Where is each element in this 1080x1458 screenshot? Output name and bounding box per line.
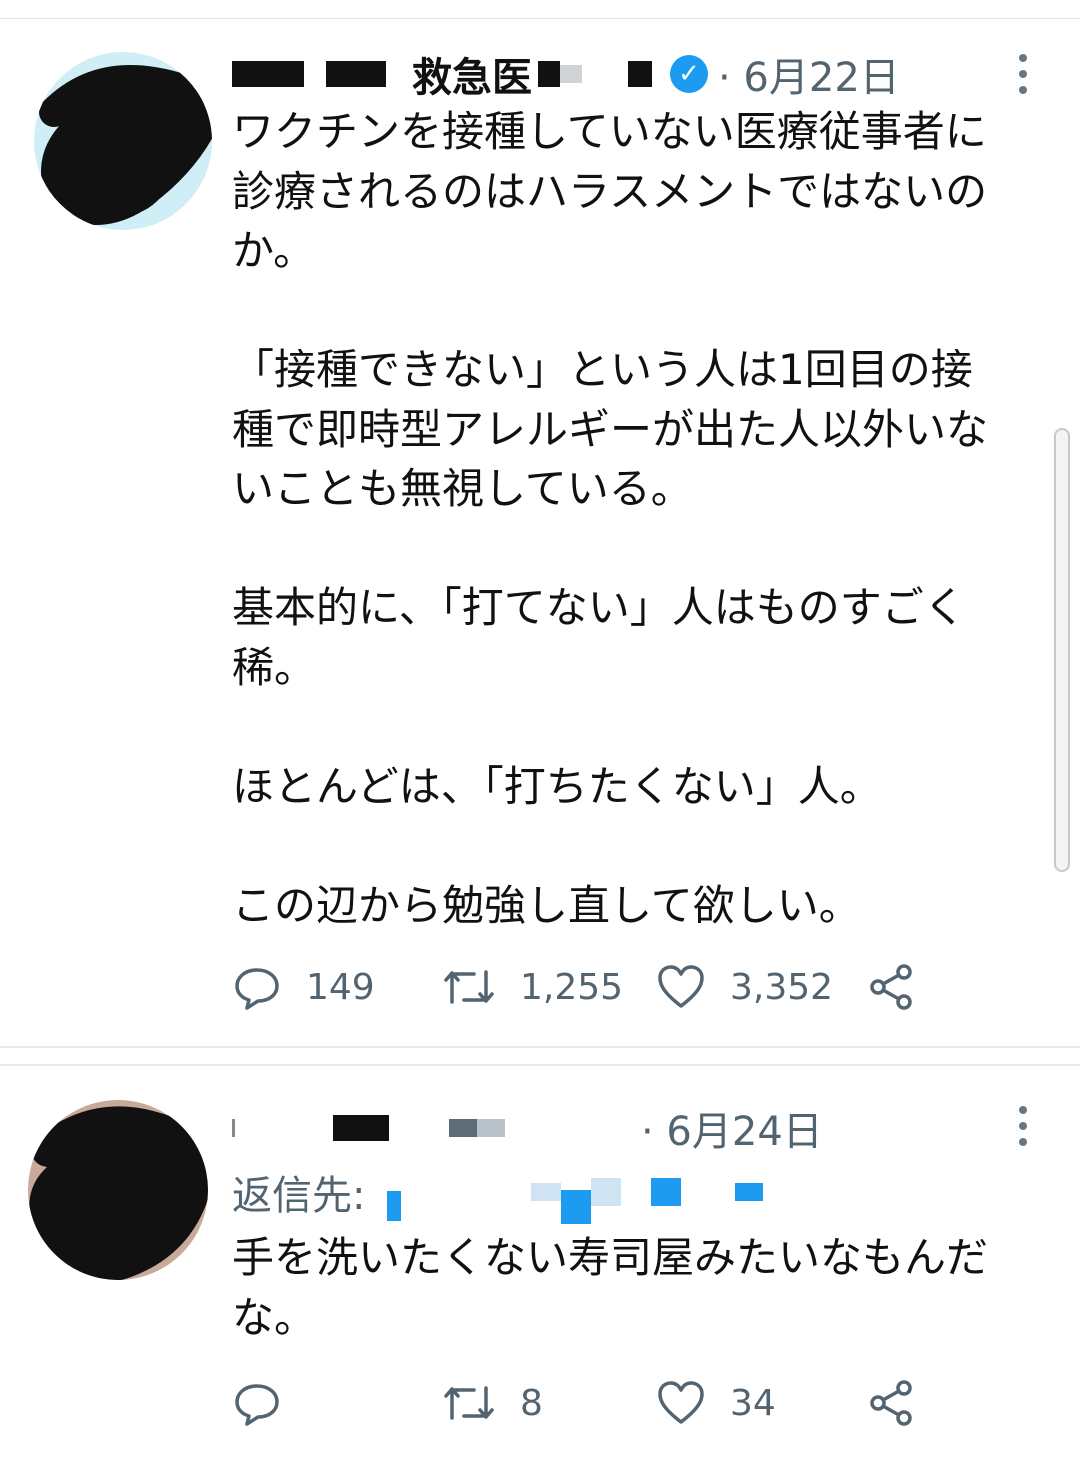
retweet-icon (444, 1386, 494, 1420)
reply-to-handle[interactable] (531, 1183, 562, 1201)
redacted-name-block (538, 61, 560, 87)
reply-to-line: 返信先: (232, 1160, 764, 1224)
reply-to-label: 返信先: (232, 1173, 366, 1219)
tweet-text: ワクチンを接種していない医療従事者に 診療されるのはハラスメントではないの か。… (232, 107, 989, 930)
like-button[interactable]: 3,352 (656, 962, 833, 1012)
share-icon (870, 964, 912, 1010)
redacted-name-block (560, 65, 582, 83)
redacted-name-block (232, 1119, 249, 1137)
reply-icon (235, 968, 279, 1010)
avatar[interactable] (28, 1100, 208, 1280)
reply-to-handle[interactable] (387, 1191, 402, 1221)
tweet-text: 手を洗いたくない寿司屋みたいなもんだ な。 (232, 1233, 989, 1342)
redacted-name-block (333, 1115, 389, 1141)
like-count: 3,352 (730, 966, 834, 1008)
share-button[interactable] (866, 962, 916, 1012)
avatar-scribble (39, 65, 212, 225)
redacted-name-block (232, 61, 304, 87)
like-count: 34 (730, 1382, 776, 1424)
tweet-date[interactable]: · 6月22日 (718, 45, 900, 103)
heart-icon (658, 965, 704, 1008)
reply-button[interactable]: 149 (232, 962, 375, 1012)
avatar-scribble (29, 1106, 208, 1280)
scrollbar[interactable] (1054, 428, 1070, 872)
more-vertical-icon[interactable] (1016, 54, 1030, 94)
top-divider (0, 18, 1080, 19)
tweet-header: · 6月24日 (232, 1098, 823, 1158)
heart-icon (658, 1381, 704, 1424)
retweet-icon (444, 970, 494, 1004)
retweet-count: 1,255 (520, 966, 624, 1008)
tweet-divider (0, 1046, 1080, 1066)
reply-to-handle[interactable] (591, 1178, 622, 1206)
more-vertical-icon[interactable] (1016, 1106, 1030, 1146)
author-name[interactable]: 救急医 (412, 45, 532, 103)
share-icon (870, 1380, 912, 1426)
avatar[interactable] (34, 52, 212, 230)
reply-count: 149 (306, 966, 375, 1008)
redacted-name-block (326, 61, 386, 87)
retweet-count: 8 (520, 1382, 543, 1424)
reply-to-handle[interactable] (561, 1190, 592, 1224)
verified-badge-icon: ✓ (670, 55, 708, 93)
reply-button[interactable] (232, 1378, 306, 1428)
tweet[interactable]: · 6月24日 返信先: 手を洗いたくない寿司屋みたいなもんだ な。 8 34 (0, 1068, 1080, 1458)
tweet-header: 救急医 ✓ · 6月22日 (232, 44, 900, 104)
redacted-name-block (477, 1119, 505, 1137)
redacted-handle-block (628, 61, 652, 87)
tweet[interactable]: 救急医 ✓ · 6月22日 ワクチンを接種していない医療従事者に 診療されるのは… (0, 22, 1080, 1044)
retweet-button[interactable]: 8 (442, 1378, 543, 1428)
tweet-date[interactable]: · 6月24日 (641, 1099, 823, 1157)
share-button[interactable] (866, 1378, 916, 1428)
retweet-button[interactable]: 1,255 (442, 962, 623, 1012)
reply-to-handle[interactable] (651, 1178, 682, 1206)
reply-icon (235, 1384, 279, 1426)
reply-to-handle[interactable] (735, 1183, 764, 1201)
redacted-name-block (449, 1119, 477, 1137)
like-button[interactable]: 34 (656, 1378, 776, 1428)
